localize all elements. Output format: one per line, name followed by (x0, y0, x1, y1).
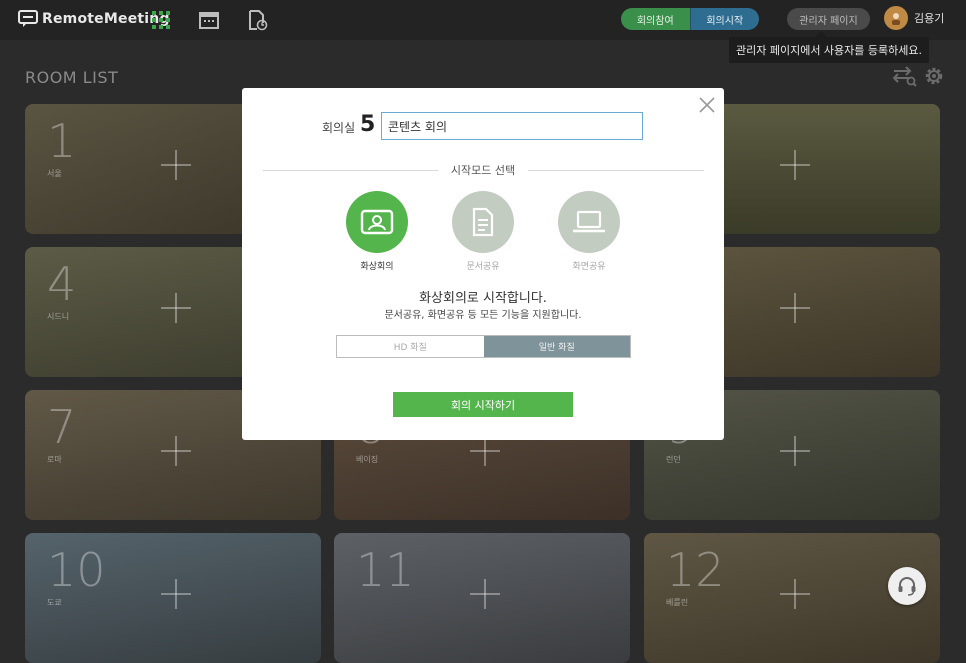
room-number-display: 5 (360, 112, 376, 137)
quality-hd-option[interactable]: HD 화질 (337, 336, 484, 357)
mode-description-title: 화상회의로 시작합니다. (419, 291, 547, 306)
room-number: 4 (47, 257, 77, 311)
support-button[interactable] (888, 567, 926, 605)
add-room-icon[interactable] (161, 293, 191, 323)
room-city: 시드니 (47, 312, 70, 321)
add-room-icon[interactable] (161, 150, 191, 180)
calendar-icon[interactable] (198, 9, 220, 31)
room-city: 런던 (666, 455, 681, 464)
add-room-icon[interactable] (780, 293, 810, 323)
quality-normal-option[interactable]: 일반 화질 (483, 336, 630, 357)
headset-icon (898, 577, 916, 596)
room-list-title: ROOM LIST (25, 68, 119, 87)
mode-label-video: 화상회의 (360, 262, 394, 272)
room-number: 1 (47, 114, 77, 168)
room-city: 베이징 (356, 455, 379, 464)
add-room-icon[interactable] (780, 579, 810, 609)
room-city: 베를린 (666, 598, 689, 607)
user-name: 김용기 (914, 12, 945, 25)
mode-screen-share[interactable]: 화면공유 (558, 191, 620, 272)
add-room-icon[interactable] (161, 579, 191, 609)
mode-circle[interactable] (346, 191, 408, 253)
meeting-action-group: 회의참여 회의시작 (621, 8, 759, 30)
add-room-icon[interactable] (470, 436, 500, 466)
mode-description-subtitle: 문서공유, 화면공유 등 모든 기능을 지원합니다. (384, 310, 582, 321)
chat-logo-icon (18, 10, 38, 27)
grid-icon[interactable] (150, 9, 172, 31)
gear-icon[interactable] (922, 64, 946, 88)
video-call-icon (360, 209, 394, 235)
mode-label-document: 문서공유 (466, 262, 500, 272)
start-meeting-confirm-button[interactable]: 회의 시작하기 (393, 392, 573, 417)
add-room-icon[interactable] (780, 436, 810, 466)
document-icon (472, 207, 494, 237)
admin-tooltip: 관리자 페이지에서 사용자를 등록하세요. (729, 31, 929, 63)
swap-search-icon[interactable] (892, 64, 918, 88)
laptop-icon (573, 210, 605, 233)
start-meeting-button[interactable]: 회의시작 (689, 8, 759, 30)
add-room-icon[interactable] (470, 579, 500, 609)
mode-circle[interactable] (452, 191, 514, 253)
start-meeting-dialog: 회의실 5 시작모드 선택 화상회의 문서공유 화면 (242, 88, 724, 440)
room-city: 도쿄 (47, 598, 62, 607)
mode-title: 시작모드 선택 (438, 162, 528, 178)
add-room-icon[interactable] (161, 436, 191, 466)
user-menu[interactable]: 김용기 (884, 6, 944, 30)
mode-label-screen: 화면공유 (572, 262, 606, 272)
room-list-tools (892, 64, 950, 88)
room-card[interactable]: 11 (334, 533, 630, 663)
avatar (884, 6, 908, 30)
mode-document-share[interactable]: 문서공유 (452, 191, 514, 272)
room-name-input[interactable] (381, 112, 643, 140)
room-number: 10 (47, 543, 106, 597)
document-clock-icon[interactable] (246, 9, 268, 31)
join-meeting-button[interactable]: 회의참여 (621, 8, 690, 30)
room-city: 서울 (47, 169, 62, 178)
room-card[interactable]: 10 도쿄 (25, 533, 321, 663)
room-number: 7 (47, 400, 77, 454)
app-logo[interactable]: RemoteMeeting (18, 8, 170, 30)
room-city: 로마 (47, 455, 62, 464)
room-number: 11 (356, 543, 415, 597)
mode-circle[interactable] (558, 191, 620, 253)
room-number: 12 (666, 543, 725, 597)
room-label: 회의실 (322, 121, 356, 135)
add-room-icon[interactable] (780, 150, 810, 180)
video-quality-toggle: HD 화질 일반 화질 (336, 335, 631, 358)
close-icon[interactable] (698, 96, 716, 114)
admin-page-button[interactable]: 관리자 페이지 (787, 8, 870, 30)
mode-video-conference[interactable]: 화상회의 (346, 191, 408, 272)
